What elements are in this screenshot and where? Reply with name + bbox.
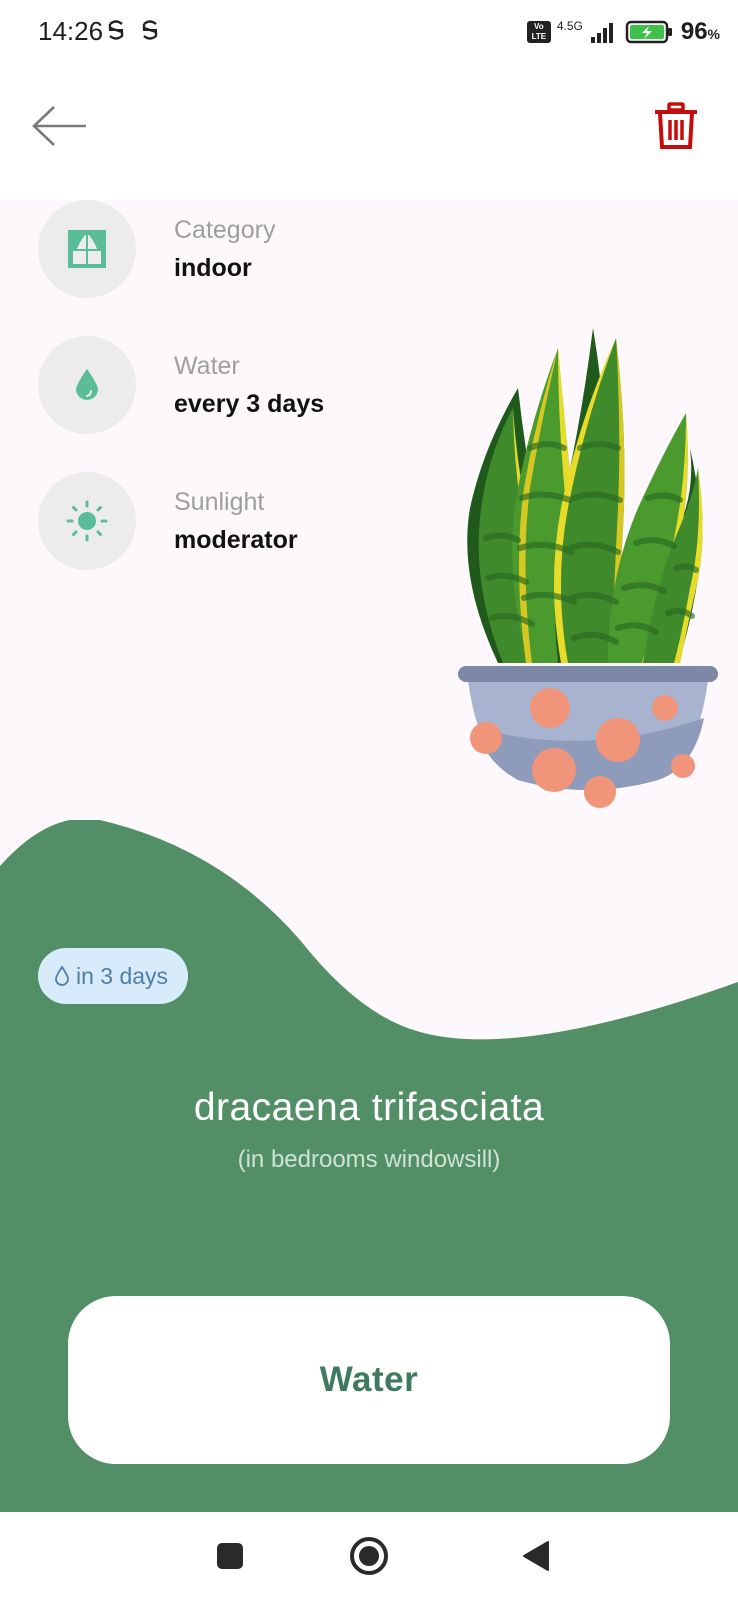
water-icon-circle [38, 336, 136, 434]
arrow-left-icon [32, 106, 86, 146]
status-indicators: Vo LTE 4.5G 96% [526, 14, 720, 50]
water-value: every 3 days [174, 390, 325, 418]
status-bar: 14:26 Vo LTE 4.5G 96% [0, 0, 738, 64]
water-button[interactable]: Water [68, 1296, 670, 1464]
delete-button[interactable] [644, 94, 708, 158]
water-row: Water every 3 days [38, 336, 438, 434]
plant-detail-content: Category indoor Water every 3 days Sunli… [0, 200, 738, 1512]
plant-location: (in bedrooms windowsill) [237, 1146, 501, 1173]
window-icon [68, 230, 106, 268]
back-button[interactable] [28, 94, 92, 158]
system-nav-bar [0, 1512, 738, 1600]
sun-icon [66, 500, 108, 542]
home-button[interactable] [339, 1532, 399, 1580]
water-drop-outline-icon [55, 965, 69, 986]
signal-icon [590, 23, 613, 43]
sunlight-icon-circle [38, 472, 136, 570]
notification-icon [108, 20, 124, 40]
square-icon [217, 1543, 243, 1569]
next-watering-text: in 3 days [76, 962, 169, 989]
water-label: Water [174, 352, 240, 380]
water-button-label: Water [319, 1360, 419, 1399]
notification-icon [142, 20, 158, 40]
battery-icon [625, 20, 672, 44]
trash-icon [655, 102, 697, 149]
sunlight-row: Sunlight moderator [38, 472, 438, 570]
plant-detail-screen: 14:26 Vo LTE 4.5G 96% Category indoor Wa… [0, 0, 738, 1600]
water-drop-icon [76, 369, 98, 400]
category-icon-circle [38, 200, 136, 298]
plant-illustration [458, 328, 718, 808]
network-type: 4.5G [556, 19, 583, 33]
system-back-button[interactable] [506, 1532, 566, 1580]
plant-name: dracaena trifasciata [193, 1086, 545, 1129]
next-watering-badge: in 3 days [38, 948, 189, 1004]
category-label: Category [174, 216, 276, 244]
battery-percent: 96% [680, 18, 720, 45]
triangle-back-icon [523, 1541, 549, 1571]
sunlight-label: Sunlight [174, 488, 265, 516]
status-time: 14:26 [38, 16, 104, 46]
sunlight-value: moderator [174, 526, 298, 554]
category-value: indoor [174, 254, 252, 282]
recents-button[interactable] [200, 1532, 260, 1580]
app-bar [0, 64, 738, 200]
circle-icon [350, 1537, 388, 1575]
category-row: Category indoor [38, 200, 438, 298]
volte-icon: Vo LTE [526, 21, 551, 43]
